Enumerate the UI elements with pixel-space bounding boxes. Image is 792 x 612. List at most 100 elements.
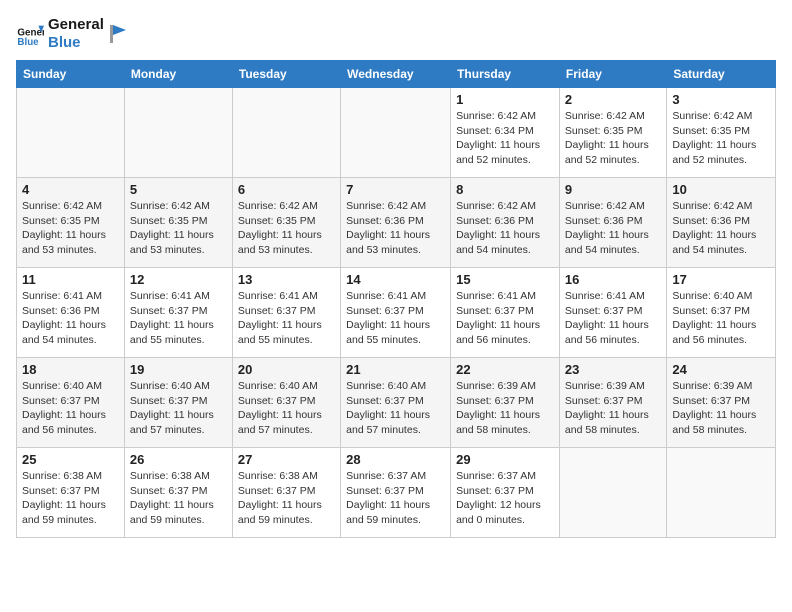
header-row: SundayMondayTuesdayWednesdayThursdayFrid… [17, 61, 776, 88]
day-number: 23 [565, 362, 661, 377]
day-info: Sunrise: 6:41 AM Sunset: 6:37 PM Dayligh… [346, 289, 445, 348]
calendar-cell: 3 Sunrise: 6:42 AM Sunset: 6:35 PM Daylig… [667, 88, 776, 178]
calendar-cell: 14 Sunrise: 6:41 AM Sunset: 6:37 PM Dayli… [341, 268, 451, 358]
calendar-header: SundayMondayTuesdayWednesdayThursdayFrid… [17, 61, 776, 88]
calendar-cell: 17 Sunrise: 6:40 AM Sunset: 6:37 PM Dayli… [667, 268, 776, 358]
day-info: Sunrise: 6:41 AM Sunset: 6:37 PM Dayligh… [238, 289, 335, 348]
day-number: 20 [238, 362, 335, 377]
day-info: Sunrise: 6:40 AM Sunset: 6:37 PM Dayligh… [346, 379, 445, 438]
day-number: 4 [22, 182, 119, 197]
day-number: 9 [565, 182, 661, 197]
day-header-friday: Friday [559, 61, 666, 88]
calendar-week-4: 18 Sunrise: 6:40 AM Sunset: 6:37 PM Dayli… [17, 358, 776, 448]
day-number: 10 [672, 182, 770, 197]
calendar-cell: 1Sunrise: 6:42 AM Sunset: 6:34 PM Daylig… [451, 88, 560, 178]
day-info: Sunrise: 6:42 AM Sunset: 6:35 PM Dayligh… [22, 199, 119, 258]
calendar-cell [667, 448, 776, 538]
day-info: Sunrise: 6:40 AM Sunset: 6:37 PM Dayligh… [22, 379, 119, 438]
day-info: Sunrise: 6:38 AM Sunset: 6:37 PM Dayligh… [130, 469, 227, 528]
day-number: 19 [130, 362, 227, 377]
day-number: 22 [456, 362, 554, 377]
day-number: 29 [456, 452, 554, 467]
day-info: Sunrise: 6:42 AM Sunset: 6:36 PM Dayligh… [346, 199, 445, 258]
day-header-saturday: Saturday [667, 61, 776, 88]
day-info: Sunrise: 6:42 AM Sunset: 6:35 PM Dayligh… [565, 109, 661, 168]
calendar-cell: 12 Sunrise: 6:41 AM Sunset: 6:37 PM Dayli… [124, 268, 232, 358]
day-number: 25 [22, 452, 119, 467]
day-info: Sunrise: 6:37 AM Sunset: 6:37 PM Dayligh… [456, 469, 554, 528]
day-info: Sunrise: 6:42 AM Sunset: 6:35 PM Dayligh… [238, 199, 335, 258]
logo-icon: General Blue [16, 20, 44, 48]
day-number: 5 [130, 182, 227, 197]
day-header-sunday: Sunday [17, 61, 125, 88]
day-number: 17 [672, 272, 770, 287]
calendar-cell: 23 Sunrise: 6:39 AM Sunset: 6:37 PM Dayli… [559, 358, 666, 448]
calendar-cell: 25Sunrise: 6:38 AM Sunset: 6:37 PM Dayli… [17, 448, 125, 538]
calendar-cell: 2 Sunrise: 6:42 AM Sunset: 6:35 PM Daylig… [559, 88, 666, 178]
calendar-week-5: 25 Sunrise: 6:38 AM Sunset: 6:37 PM Dayli… [17, 448, 776, 538]
day-info: Sunrise: 6:41 AM Sunset: 6:36 PM Dayligh… [22, 289, 119, 348]
calendar-cell: 8 Sunrise: 6:42 AM Sunset: 6:36 PM Daylig… [451, 178, 560, 268]
day-number: 14 [346, 272, 445, 287]
calendar-cell: 27Sunrise: 6:38 AM Sunset: 6:37 PM Dayli… [232, 448, 340, 538]
day-number: 21 [346, 362, 445, 377]
day-number: 8 [456, 182, 554, 197]
day-info: Sunrise: 6:40 AM Sunset: 6:37 PM Dayligh… [130, 379, 227, 438]
calendar-cell: 6Sunrise: 6:42 AM Sunset: 6:35 PM Daylig… [232, 178, 340, 268]
calendar-cell: 19 Sunrise: 6:40 AM Sunset: 6:37 PM Dayli… [124, 358, 232, 448]
day-info: Sunrise: 6:41 AM Sunset: 6:37 PM Dayligh… [565, 289, 661, 348]
day-header-thursday: Thursday [451, 61, 560, 88]
day-info: Sunrise: 6:38 AM Sunset: 6:37 PM Dayligh… [238, 469, 335, 528]
day-info: Sunrise: 6:39 AM Sunset: 6:37 PM Dayligh… [456, 379, 554, 438]
calendar-cell: 5 Sunrise: 6:42 AM Sunset: 6:35 PM Daylig… [124, 178, 232, 268]
day-number: 12 [130, 272, 227, 287]
calendar-cell [341, 88, 451, 178]
logo-general: General [48, 16, 104, 34]
calendar-cell: 13 Sunrise: 6:41 AM Sunset: 6:37 PM Dayli… [232, 268, 340, 358]
calendar-cell: 21 Sunrise: 6:40 AM Sunset: 6:37 PM Dayli… [341, 358, 451, 448]
day-number: 13 [238, 272, 335, 287]
logo-blue: Blue [48, 34, 104, 52]
calendar-cell: 10Sunrise: 6:42 AM Sunset: 6:36 PM Dayli… [667, 178, 776, 268]
day-header-wednesday: Wednesday [341, 61, 451, 88]
day-info: Sunrise: 6:40 AM Sunset: 6:37 PM Dayligh… [238, 379, 335, 438]
day-number: 2 [565, 92, 661, 107]
day-number: 15 [456, 272, 554, 287]
day-info: Sunrise: 6:42 AM Sunset: 6:34 PM Dayligh… [456, 109, 554, 168]
calendar-cell: 7 Sunrise: 6:42 AM Sunset: 6:36 PM Daylig… [341, 178, 451, 268]
day-info: Sunrise: 6:42 AM Sunset: 6:35 PM Dayligh… [672, 109, 770, 168]
calendar-week-1: 1Sunrise: 6:42 AM Sunset: 6:34 PM Daylig… [17, 88, 776, 178]
calendar-cell: 26Sunrise: 6:38 AM Sunset: 6:37 PM Dayli… [124, 448, 232, 538]
calendar-cell: 11 Sunrise: 6:41 AM Sunset: 6:36 PM Dayli… [17, 268, 125, 358]
calendar-cell [559, 448, 666, 538]
day-number: 28 [346, 452, 445, 467]
day-info: Sunrise: 6:42 AM Sunset: 6:36 PM Dayligh… [456, 199, 554, 258]
day-info: Sunrise: 6:41 AM Sunset: 6:37 PM Dayligh… [130, 289, 227, 348]
calendar-week-2: 4 Sunrise: 6:42 AM Sunset: 6:35 PM Daylig… [17, 178, 776, 268]
day-info: Sunrise: 6:39 AM Sunset: 6:37 PM Dayligh… [565, 379, 661, 438]
page-header: General Blue General Blue [16, 16, 776, 52]
calendar-cell [17, 88, 125, 178]
day-number: 24 [672, 362, 770, 377]
day-number: 16 [565, 272, 661, 287]
day-header-tuesday: Tuesday [232, 61, 340, 88]
day-info: Sunrise: 6:42 AM Sunset: 6:36 PM Dayligh… [565, 199, 661, 258]
calendar-week-3: 11 Sunrise: 6:41 AM Sunset: 6:36 PM Dayli… [17, 268, 776, 358]
calendar-cell: 24 Sunrise: 6:39 AM Sunset: 6:37 PM Dayli… [667, 358, 776, 448]
calendar-cell: 15Sunrise: 6:41 AM Sunset: 6:37 PM Dayli… [451, 268, 560, 358]
svg-text:Blue: Blue [17, 37, 39, 48]
day-number: 3 [672, 92, 770, 107]
day-number: 7 [346, 182, 445, 197]
day-number: 18 [22, 362, 119, 377]
calendar-cell [124, 88, 232, 178]
day-info: Sunrise: 6:39 AM Sunset: 6:37 PM Dayligh… [672, 379, 770, 438]
day-info: Sunrise: 6:40 AM Sunset: 6:37 PM Dayligh… [672, 289, 770, 348]
calendar-body: 1Sunrise: 6:42 AM Sunset: 6:34 PM Daylig… [17, 88, 776, 538]
calendar-cell: 29 Sunrise: 6:37 AM Sunset: 6:37 PM Dayli… [451, 448, 560, 538]
day-info: Sunrise: 6:42 AM Sunset: 6:35 PM Dayligh… [130, 199, 227, 258]
calendar-cell [232, 88, 340, 178]
calendar-cell: 18 Sunrise: 6:40 AM Sunset: 6:37 PM Dayli… [17, 358, 125, 448]
calendar-cell: 28Sunrise: 6:37 AM Sunset: 6:37 PM Dayli… [341, 448, 451, 538]
logo-flag-icon [108, 23, 130, 45]
day-number: 11 [22, 272, 119, 287]
